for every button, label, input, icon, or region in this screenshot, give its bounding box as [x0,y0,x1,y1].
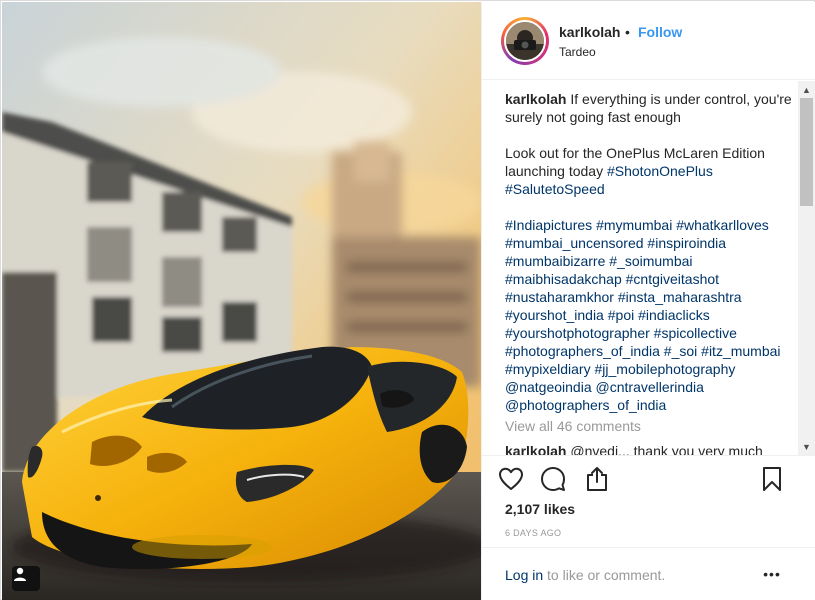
login-prompt-text: Log in to like or comment. [505,567,665,583]
header-username[interactable]: karlkolah [559,24,620,40]
caption-hashtags: #Indiapictures #mymumbai #whatkarlloves … [505,216,800,414]
like-button[interactable] [497,465,525,493]
hashtag-link[interactable]: #indiaclicks [638,307,710,323]
bookmark-icon [763,467,781,491]
view-all-comments-link[interactable]: View all 46 comments [505,418,641,434]
hashtag-link[interactable]: #nustaharamkhor [505,289,614,305]
hashtag-link[interactable]: #photographers_of_india [505,343,660,359]
post-header: karlkolah • Follow Tardeo [482,2,815,80]
caption-line-1: karlkolah If everything is under control… [505,90,800,126]
caption-username[interactable]: karlkolah [505,91,566,107]
post-actions: 2,107 likes 6 DAYS AGO Log in to like or… [482,455,815,600]
login-link[interactable]: Log in [505,567,543,583]
comments-list[interactable]: karlkolah If everything is under control… [482,81,815,455]
post-timestamp: 6 DAYS AGO [505,528,562,538]
comment-username[interactable]: karlkolah [505,443,566,455]
login-prompt: Log in to like or comment. ••• [482,547,815,600]
mention-link[interactable]: @cntravellerindia [596,379,704,395]
hashtag-link[interactable]: #poi [608,307,634,323]
hashtag-link[interactable]: #maibhisadakchap [505,271,622,287]
caption-line-2: Look out for the OnePlus McLaren Edition… [505,144,800,198]
comment-button[interactable] [539,465,567,493]
save-button[interactable] [758,465,786,493]
login-suffix: to like or comment. [543,567,666,583]
hashtag-link[interactable]: #insta_maharashtra [618,289,742,305]
hashtag-link[interactable]: #cntgiveitashot [626,271,719,287]
post-dialog: karlkolah • Follow Tardeo karlkolah If e… [0,0,815,600]
comment-item: karlkolah @nvedi... thank you very much [505,443,763,455]
heart-icon [499,467,523,490]
likes-count[interactable]: 2,107 likes [505,501,575,517]
hashtag-link[interactable]: #_soimumbai [609,253,692,269]
scrollbar-thumb[interactable] [800,98,813,206]
caption: karlkolah If everything is under control… [505,90,800,414]
hashtag-link[interactable]: #whatkarlloves [676,217,769,233]
tag-user-button[interactable] [12,566,40,591]
share-button[interactable] [583,465,611,493]
comment-icon [541,467,565,491]
hashtag-link[interactable]: #mymumbai [596,217,672,233]
hashtag-link[interactable]: #mumbaibizarre [505,253,605,269]
follow-button[interactable]: Follow [638,24,682,40]
scroll-up-arrow-icon[interactable]: ▲ [798,81,815,98]
comment-text: @nvedi... thank you very much [570,443,763,455]
location-link[interactable]: Tardeo [559,45,596,59]
scroll-down-arrow-icon[interactable]: ▼ [798,438,815,455]
hashtag-link[interactable]: #yourshotphotographer [505,325,650,341]
hashtag-link[interactable]: #SalutetoSpeed [505,181,605,197]
hashtag-link[interactable]: #_soi [664,343,697,359]
hashtag-link[interactable]: #mypixeldiary [505,361,591,377]
avatar[interactable] [504,20,546,62]
post-side-panel: karlkolah • Follow Tardeo karlkolah If e… [481,2,815,600]
more-options-button[interactable]: ••• [759,561,785,587]
share-icon [587,467,607,491]
comments-scrollbar[interactable]: ▲ ▼ [798,81,815,455]
hashtag-link[interactable]: #mumbai_uncensored [505,235,644,251]
separator-dot: • [625,24,630,40]
hashtag-link[interactable]: #yourshot_india [505,307,604,323]
photo-illustration [2,2,481,600]
hashtag-link[interactable]: #inspiroindia [647,235,726,251]
user-icon [14,567,26,581]
hashtag-link[interactable]: #jj_mobilephotography [594,361,735,377]
post-photo[interactable] [2,2,481,600]
mention-link[interactable]: @natgeoindia [505,379,592,395]
hashtag-link[interactable]: #spicollective [654,325,737,341]
hashtag-link[interactable]: #Indiapictures [505,217,592,233]
hashtag-link[interactable]: #ShotonOnePlus [607,163,713,179]
hashtag-link[interactable]: #itz_mumbai [701,343,780,359]
story-ring[interactable] [501,17,549,65]
mention-link[interactable]: @photographers_of_india [505,397,666,413]
avatar-image [506,22,544,60]
